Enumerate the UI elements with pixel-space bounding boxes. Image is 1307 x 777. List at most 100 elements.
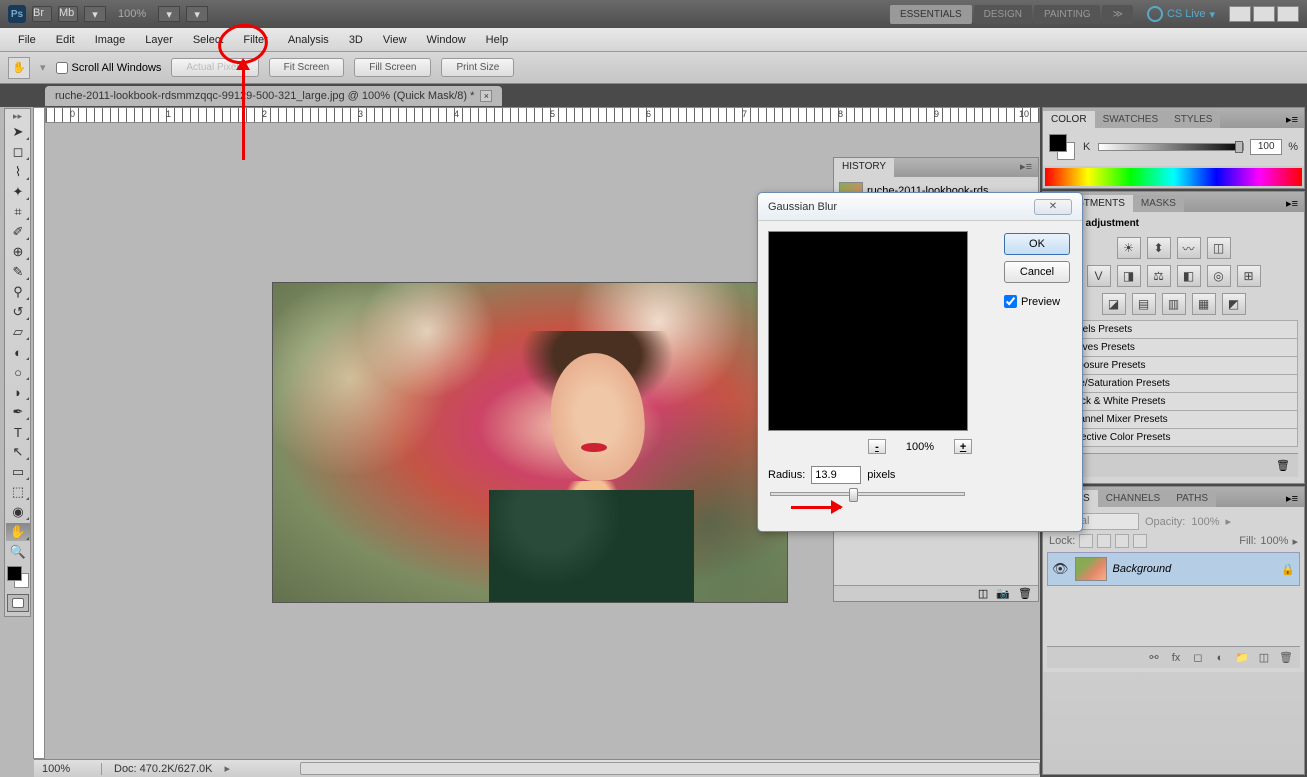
lock-all-icon[interactable] (1133, 534, 1147, 548)
levels-icon[interactable]: ⬍ (1147, 237, 1171, 259)
blur-tool[interactable]: ○ (6, 363, 30, 381)
delete-layer-icon[interactable]: 🗑 (1278, 651, 1294, 665)
selective-color-icon[interactable]: ◩ (1222, 293, 1246, 315)
minimize-button[interactable]: — (1229, 6, 1251, 22)
lock-position-icon[interactable] (1115, 534, 1129, 548)
channel-mixer-icon[interactable]: ⊞ (1237, 265, 1261, 287)
exposure-icon[interactable]: ◫ (1207, 237, 1231, 259)
menu-window[interactable]: Window (417, 30, 476, 50)
workspace-essentials[interactable]: ESSENTIALS (890, 5, 972, 24)
stamp-tool[interactable]: ⚲ (6, 283, 30, 301)
vibrance-icon[interactable]: V (1087, 265, 1111, 287)
color-slider[interactable] (1098, 143, 1244, 151)
workspace-design[interactable]: DESIGN (974, 5, 1032, 24)
cslive-button[interactable]: CS Live ▾ (1147, 6, 1215, 22)
gradient-map-icon[interactable]: ▦ (1192, 293, 1216, 315)
lock-pixels-icon[interactable] (1097, 534, 1111, 548)
dialog-preview-image[interactable] (768, 231, 968, 431)
panel-menu-icon[interactable]: ▸≡ (1280, 195, 1304, 212)
layer-style-icon[interactable]: fx (1168, 651, 1184, 665)
preset-levels[interactable]: Levels Presets (1049, 320, 1298, 339)
document-tab[interactable]: ruche-2011-lookbook-rdsmmzqqc-99129-500-… (45, 86, 502, 106)
color-swatch-icon[interactable] (1049, 134, 1075, 160)
lock-transparent-icon[interactable] (1079, 534, 1093, 548)
color-balance-icon[interactable]: ⚖ (1147, 265, 1171, 287)
healing-tool[interactable]: ⊕ (6, 243, 30, 261)
paths-tab[interactable]: PATHS (1168, 490, 1216, 507)
brush-tool[interactable]: ✎ (6, 263, 30, 281)
radius-slider[interactable] (770, 492, 965, 496)
preset-huesat[interactable]: Hue/Saturation Presets (1049, 374, 1298, 393)
document-canvas[interactable] (272, 282, 788, 603)
dodge-tool[interactable]: ◗ (6, 383, 30, 401)
history-tab[interactable]: HISTORY (834, 158, 894, 177)
masks-tab[interactable]: MASKS (1133, 195, 1184, 212)
zoom-tool[interactable]: 🔍 (6, 543, 30, 561)
horizontal-scrollbar[interactable] (300, 762, 1040, 775)
new-layer-icon[interactable]: ◫ (1256, 651, 1272, 665)
history-brush-tool[interactable]: ↺ (6, 303, 30, 321)
visibility-icon[interactable]: 👁 (1052, 561, 1069, 577)
radius-input[interactable] (811, 466, 861, 484)
hand-tool[interactable]: ✋ (6, 523, 30, 541)
bw-icon[interactable]: ◧ (1177, 265, 1201, 287)
fill-value[interactable]: 100% (1260, 535, 1288, 547)
opacity-value[interactable]: 100% (1191, 516, 1219, 528)
adjustment-layer-icon[interactable]: ◐ (1212, 651, 1228, 665)
preset-curves[interactable]: Curves Presets (1049, 338, 1298, 357)
panel-menu-icon[interactable]: ▸≡ (1280, 111, 1304, 128)
move-tool[interactable]: ➤ (6, 123, 30, 141)
menu-image[interactable]: Image (85, 30, 136, 50)
group-icon[interactable]: 📁 (1234, 651, 1250, 665)
delete-state-icon[interactable]: 🗑 (1018, 587, 1032, 600)
preset-channelmixer[interactable]: Channel Mixer Presets (1049, 410, 1298, 429)
channels-tab[interactable]: CHANNELS (1098, 490, 1168, 507)
layer-background[interactable]: 👁 Background 🔒 (1047, 552, 1300, 586)
curves-icon[interactable]: 〰 (1177, 237, 1201, 259)
path-select-tool[interactable]: ↖ (6, 443, 30, 461)
panel-menu-icon[interactable]: ▸≡ (1014, 158, 1038, 177)
workspace-more[interactable]: ≫ (1102, 5, 1132, 24)
swatches-tab[interactable]: SWATCHES (1095, 111, 1167, 128)
brightness-icon[interactable]: ☀ (1117, 237, 1141, 259)
hand-tool-icon[interactable]: ✋ (8, 57, 30, 79)
type-tool[interactable]: T (6, 423, 30, 441)
preset-exposure[interactable]: Exposure Presets (1049, 356, 1298, 375)
zoom-level[interactable]: 100% (118, 8, 146, 20)
cancel-button[interactable]: Cancel (1004, 261, 1070, 283)
crop-tool[interactable]: ⌗ (6, 203, 30, 221)
minibridge-button[interactable]: Mb (58, 6, 78, 22)
threshold-icon[interactable]: ▥ (1162, 293, 1186, 315)
close-tab-icon[interactable]: × (480, 90, 492, 102)
styles-tab[interactable]: STYLES (1166, 111, 1220, 128)
screen-mode-dropdown[interactable]: ▾ (186, 6, 208, 22)
quick-select-tool[interactable]: ✦ (6, 183, 30, 201)
dialog-close-button[interactable]: ✕ (1034, 199, 1072, 215)
color-swatches[interactable] (7, 566, 29, 588)
quick-mask-toggle[interactable] (7, 594, 29, 612)
view-extras-dropdown[interactable]: ▾ (84, 6, 106, 22)
invert-icon[interactable]: ◪ (1102, 293, 1126, 315)
3d-camera-tool[interactable]: ◉ (6, 503, 30, 521)
scroll-all-checkbox[interactable]: Scroll All Windows (56, 62, 162, 74)
hue-sat-icon[interactable]: ◨ (1117, 265, 1141, 287)
arrange-dropdown[interactable]: ▾ (158, 6, 180, 22)
pen-tool[interactable]: ✒ (6, 403, 30, 421)
slider-thumb[interactable] (849, 488, 858, 502)
menu-layer[interactable]: Layer (135, 30, 183, 50)
status-zoom[interactable]: 100% (42, 763, 102, 775)
menu-view[interactable]: View (373, 30, 417, 50)
zoom-out-button[interactable]: - (868, 439, 886, 454)
print-size-button[interactable]: Print Size (441, 58, 514, 77)
preview-checkbox[interactable]: Preview (1004, 295, 1070, 308)
preset-bw[interactable]: Black & White Presets (1049, 392, 1298, 411)
posterize-icon[interactable]: ▤ (1132, 293, 1156, 315)
panel-menu-icon[interactable]: ▸≡ (1280, 490, 1304, 507)
color-value-input[interactable]: 100 (1250, 139, 1282, 155)
color-tab[interactable]: COLOR (1043, 111, 1095, 128)
color-spectrum[interactable] (1045, 168, 1302, 186)
menu-help[interactable]: Help (476, 30, 519, 50)
menu-file[interactable]: File (8, 30, 46, 50)
eraser-tool[interactable]: ▱ (6, 323, 30, 341)
menu-filter[interactable]: Filter (233, 30, 277, 50)
